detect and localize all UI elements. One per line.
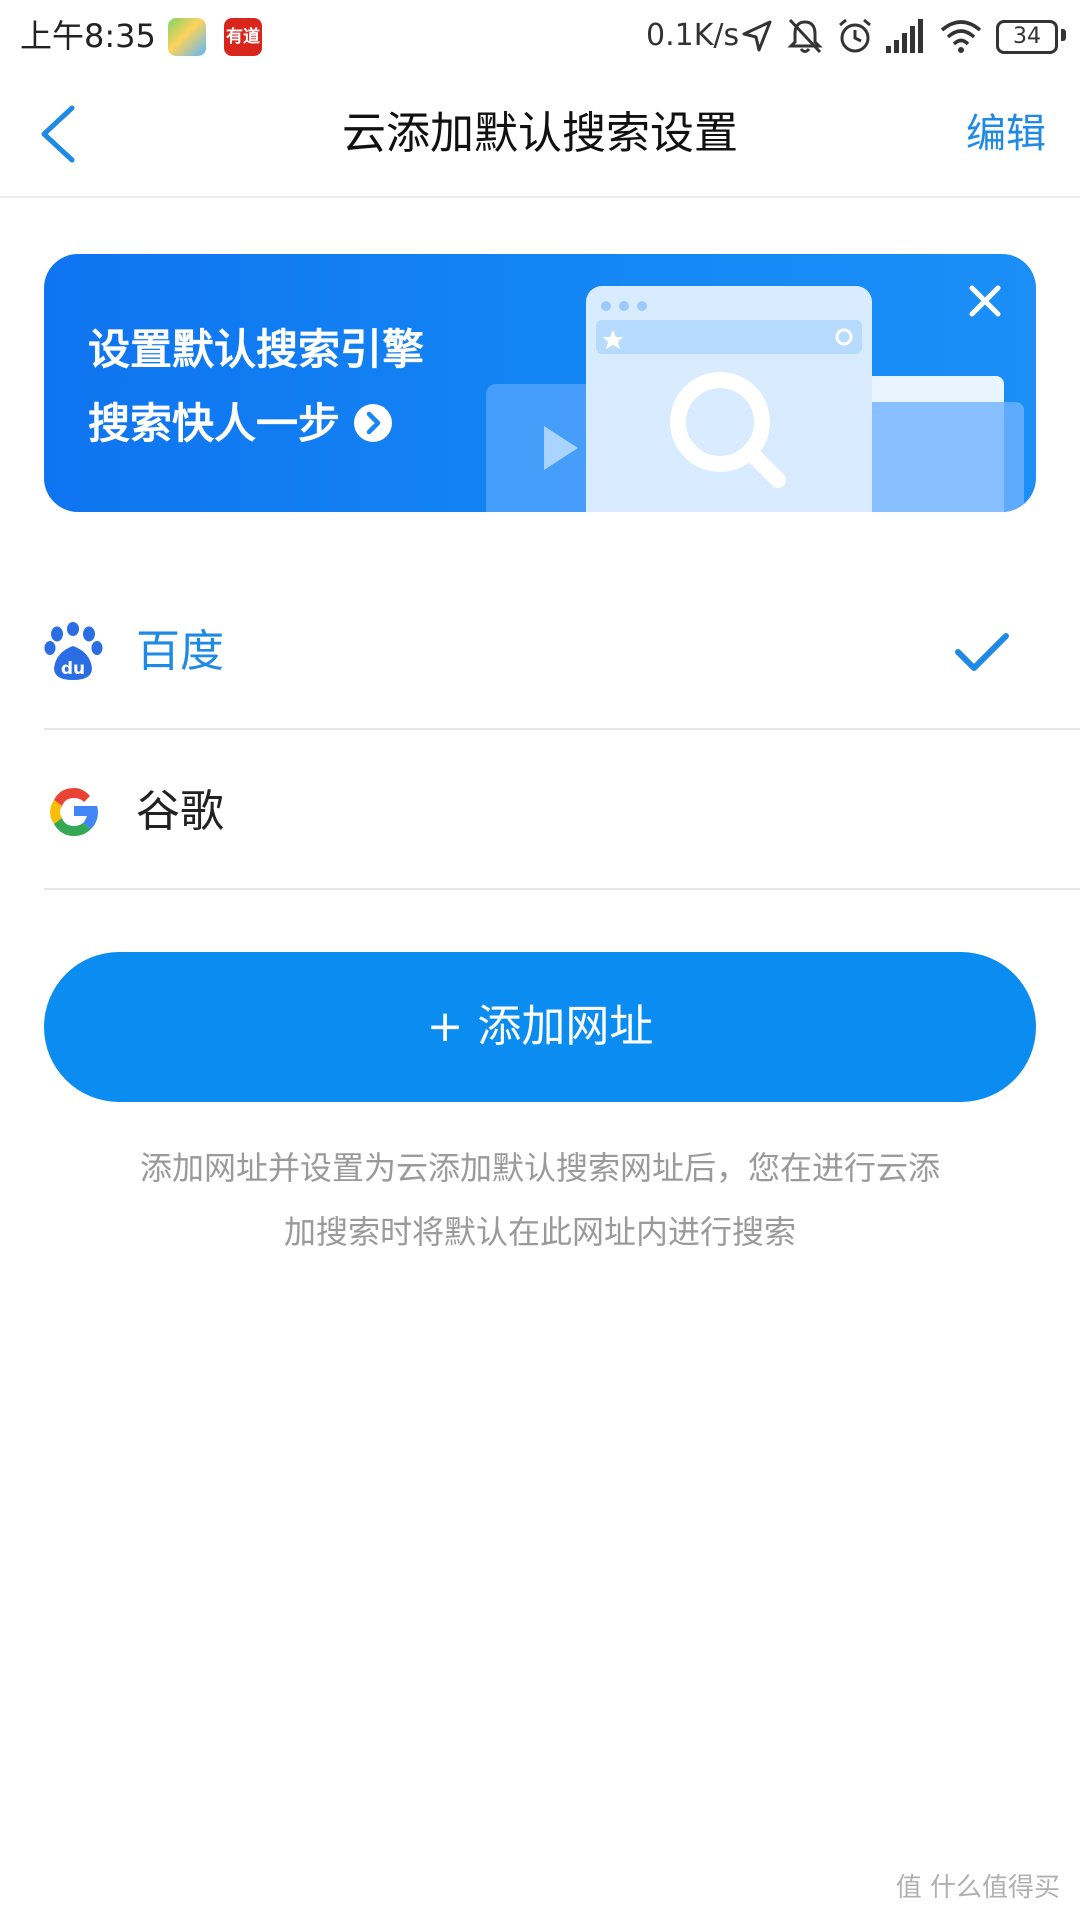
close-icon[interactable] xyxy=(962,278,1008,324)
hint-text: 添加网址并设置为云添加默认搜索网址后，您在进行云添 加搜索时将默认在此网址内进行… xyxy=(80,1136,1000,1264)
chevron-right-circle-icon xyxy=(354,403,393,442)
hint-line-2: 加搜索时将默认在此网址内进行搜索 xyxy=(283,1213,796,1251)
engine-item-baidu[interactable]: du 百度 xyxy=(44,570,1080,730)
watermark: 值 什么值得买 xyxy=(895,1873,1060,1903)
location-icon xyxy=(742,20,772,52)
status-time: 上午8:35 xyxy=(20,17,156,55)
promo-banner[interactable]: 设置默认搜索引擎 搜索快人一步 xyxy=(44,254,1036,512)
status-bar: 上午8:35 有道 0.1K/s 34 xyxy=(0,0,1080,72)
banner-line-1: 设置默认搜索引擎 xyxy=(88,325,425,374)
hint-line-1: 添加网址并设置为云添加默认搜索网址后，您在进行云添 xyxy=(139,1149,940,1187)
battery-indicator: 34 xyxy=(996,20,1058,54)
banner-illustration xyxy=(486,286,1024,512)
app-notification-icon xyxy=(168,18,206,56)
svg-text:du: du xyxy=(61,659,85,679)
engine-name: 百度 xyxy=(136,626,224,677)
signal-icon xyxy=(886,19,923,53)
engine-item-google[interactable]: 谷歌 xyxy=(44,730,1080,890)
add-url-button[interactable]: + 添加网址 xyxy=(44,952,1036,1102)
navigation-bar: 云添加默认搜索设置 编辑 xyxy=(0,72,1080,198)
network-speed: 0.1K/s xyxy=(646,18,740,53)
battery-tip xyxy=(1061,29,1066,41)
checkmark-icon xyxy=(955,633,1009,671)
google-icon xyxy=(50,788,98,836)
mute-bell-icon xyxy=(787,18,823,54)
youdao-app-icon: 有道 xyxy=(224,18,262,56)
banner-line-2: 搜索快人一步 xyxy=(88,396,393,452)
alarm-icon xyxy=(839,18,871,53)
page-title: 云添加默认搜索设置 xyxy=(342,108,738,159)
banner-line-2-text: 搜索快人一步 xyxy=(88,399,341,448)
edit-button[interactable]: 编辑 xyxy=(966,104,1046,164)
wifi-icon xyxy=(940,20,982,53)
engine-name: 谷歌 xyxy=(136,786,224,837)
baidu-icon: du xyxy=(44,622,103,680)
